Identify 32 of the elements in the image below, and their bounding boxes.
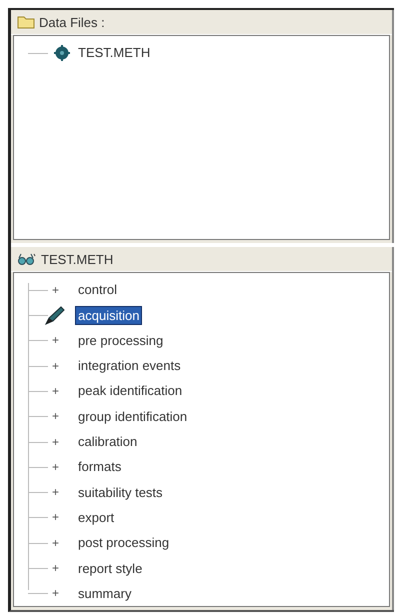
expand-toggle[interactable]: + (52, 409, 60, 424)
tree-item[interactable]: suitability tests (76, 484, 165, 501)
folder-icon (17, 15, 35, 29)
panel-title: Data Files : (39, 14, 105, 30)
expand-toggle[interactable]: + (52, 485, 60, 500)
tree-item[interactable]: acquisition (76, 306, 142, 324)
expand-toggle[interactable]: + (52, 384, 60, 398)
tree-item[interactable]: group identification (76, 408, 190, 425)
expand-toggle[interactable]: + (52, 358, 60, 373)
tree-item[interactable]: TEST.METH (76, 44, 152, 62)
tree-item[interactable]: post processing (76, 534, 172, 552)
target-icon (54, 44, 70, 61)
expand-toggle[interactable]: + (52, 586, 60, 600)
expand-toggle[interactable]: + (52, 333, 60, 348)
tree-item[interactable]: export (76, 508, 116, 526)
tree-item[interactable]: summary (76, 584, 134, 602)
expand-toggle[interactable]: + (52, 282, 60, 297)
expand-toggle[interactable]: + (52, 536, 60, 550)
pen-icon (44, 305, 66, 326)
tree-item[interactable]: pre processing (76, 332, 166, 349)
panel-title: TEST.METH (41, 252, 114, 267)
tree-item[interactable]: peak identification (76, 382, 184, 400)
tree-item[interactable]: calibration (76, 433, 140, 450)
tree-item[interactable]: control (76, 281, 120, 298)
expand-toggle[interactable]: + (52, 460, 60, 474)
expand-toggle[interactable]: + (52, 434, 60, 449)
expand-toggle[interactable]: + (52, 510, 60, 524)
tree-item[interactable]: integration events (76, 357, 183, 374)
tree-item[interactable]: formats (76, 458, 124, 476)
glasses-icon (17, 252, 37, 266)
expand-toggle[interactable]: + (52, 561, 60, 576)
tree-item[interactable]: report style (76, 560, 144, 577)
